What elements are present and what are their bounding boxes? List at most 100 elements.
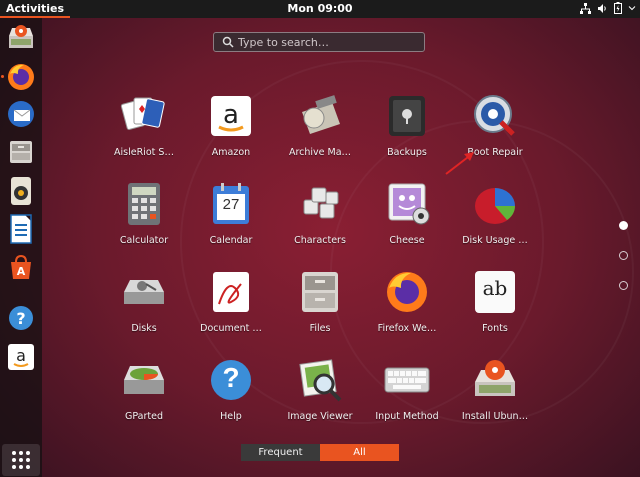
firefox-icon <box>383 270 431 318</box>
app-label: Disk Usage … <box>462 235 528 246</box>
app-install-ubuntu[interactable]: Install Ubun… <box>453 358 537 422</box>
volume-icon <box>598 3 606 13</box>
system-tray[interactable] <box>580 2 636 14</box>
app-label: Amazon <box>211 147 251 158</box>
dock-thunderbird[interactable] <box>4 97 38 131</box>
dock-writer[interactable] <box>4 212 38 246</box>
backups-safe-icon <box>383 94 431 142</box>
page-indicator-2[interactable] <box>619 251 628 260</box>
document-viewer-icon <box>207 270 255 318</box>
tab-frequent[interactable]: Frequent <box>241 444 320 461</box>
annotation-arrow <box>445 152 474 175</box>
activities-button[interactable]: Activities <box>0 0 71 18</box>
battery-icon <box>614 2 622 14</box>
keyboard-icon <box>383 358 431 406</box>
top-bar: Activities Mon 09:00 <box>0 0 640 18</box>
view-switcher: Frequent All <box>241 444 399 461</box>
svg-text:A: A <box>17 265 26 278</box>
calendar-day: 27 <box>222 196 240 213</box>
search-input[interactable] <box>234 35 418 49</box>
disks-icon <box>120 270 168 318</box>
app-label: Disks <box>131 323 157 334</box>
app-label: Document … <box>200 323 262 334</box>
app-label: AisleRiot S… <box>114 147 174 158</box>
app-backups[interactable]: Backups <box>365 94 449 158</box>
cheese-webcam-icon <box>383 182 431 230</box>
libreoffice-writer-icon <box>10 214 32 244</box>
dock-firefox[interactable] <box>1 60 38 94</box>
show-applications-button[interactable] <box>2 444 40 476</box>
dock: A ? a <box>0 18 42 477</box>
amazon-icon: a <box>207 94 255 142</box>
calculator-icon <box>120 182 168 230</box>
app-label: Archive Ma… <box>288 147 352 158</box>
page-indicator-3[interactable] <box>619 281 628 290</box>
dock-amazon[interactable]: a <box>4 340 38 374</box>
svg-text:a: a <box>223 100 239 130</box>
app-fonts[interactable]: ab Fonts <box>453 270 537 334</box>
app-cheese[interactable]: Cheese <box>365 182 449 246</box>
help-icon: ? <box>9 306 33 330</box>
firefox-icon <box>8 64 34 90</box>
fonts-glyphs: ab <box>482 276 508 300</box>
app-calculator[interactable]: Calculator <box>102 182 186 246</box>
dock-install-ubuntu[interactable] <box>4 20 38 54</box>
thunderbird-icon <box>8 101 34 127</box>
rhythmbox-icon <box>11 177 31 205</box>
ubuntu-software-icon: A <box>11 254 31 279</box>
app-label: Backups <box>387 147 427 158</box>
app-label: Fonts <box>482 323 508 334</box>
app-label: Calculator <box>119 235 169 246</box>
dock-rhythmbox[interactable] <box>4 174 38 208</box>
characters-icon <box>296 182 344 230</box>
app-boot-repair[interactable]: Boot Repair <box>453 94 537 158</box>
dock-files[interactable] <box>4 135 38 169</box>
app-document-viewer[interactable]: Document … <box>189 270 273 334</box>
gparted-icon <box>120 358 168 406</box>
app-gparted[interactable]: GParted <box>102 358 186 422</box>
disk-usage-pie-icon <box>471 182 519 230</box>
app-image-viewer[interactable]: Image Viewer <box>278 358 362 422</box>
app-amazon[interactable]: a Amazon <box>189 94 273 158</box>
app-calendar[interactable]: 27 Calendar <box>189 182 273 246</box>
app-files[interactable]: Files <box>278 270 362 334</box>
app-input-method[interactable]: Input Method <box>365 358 449 422</box>
chevron-down-icon <box>628 6 636 11</box>
dock-help[interactable]: ? <box>4 301 38 335</box>
app-label: Cheese <box>389 235 425 246</box>
help-glyph: ? <box>222 362 240 393</box>
svg-text:a: a <box>16 346 26 365</box>
clock-label[interactable]: Mon 09:00 <box>287 2 352 15</box>
app-label: Input Method <box>375 411 439 422</box>
install-ubuntu-icon <box>471 358 519 406</box>
app-label: Install Ubun… <box>461 411 529 422</box>
app-grid-icon <box>12 451 30 469</box>
app-firefox[interactable]: Firefox We… <box>365 270 449 334</box>
app-characters[interactable]: Characters <box>278 182 362 246</box>
cards-icon <box>120 94 168 142</box>
app-aisleriot[interactable]: AisleRiot S… <box>102 94 186 158</box>
help-icon: ? <box>207 358 255 406</box>
clock: Mon 09:00 <box>0 0 640 18</box>
files-cabinet-icon <box>10 141 32 163</box>
app-disk-usage[interactable]: Disk Usage … <box>453 182 537 246</box>
svg-text:?: ? <box>16 309 25 328</box>
app-label: Calendar <box>209 235 253 246</box>
app-label: Files <box>309 323 331 334</box>
app-label: GParted <box>125 411 163 422</box>
archive-manager-icon <box>296 94 344 142</box>
tab-all[interactable]: All <box>320 444 399 461</box>
app-help[interactable]: ? Help <box>189 358 273 422</box>
boot-repair-icon <box>471 94 519 142</box>
search-box[interactable] <box>213 32 425 52</box>
app-label: Firefox We… <box>377 323 437 334</box>
calendar-icon: 27 <box>207 182 255 230</box>
app-label: Help <box>220 411 242 422</box>
amazon-icon: a <box>8 344 34 370</box>
dock-software[interactable]: A <box>4 250 38 284</box>
app-archive-manager[interactable]: Archive Ma… <box>278 94 362 158</box>
app-label: Characters <box>294 235 346 246</box>
files-cabinet-icon <box>296 270 344 318</box>
page-indicator-1[interactable] <box>619 221 628 230</box>
app-disks[interactable]: Disks <box>102 270 186 334</box>
